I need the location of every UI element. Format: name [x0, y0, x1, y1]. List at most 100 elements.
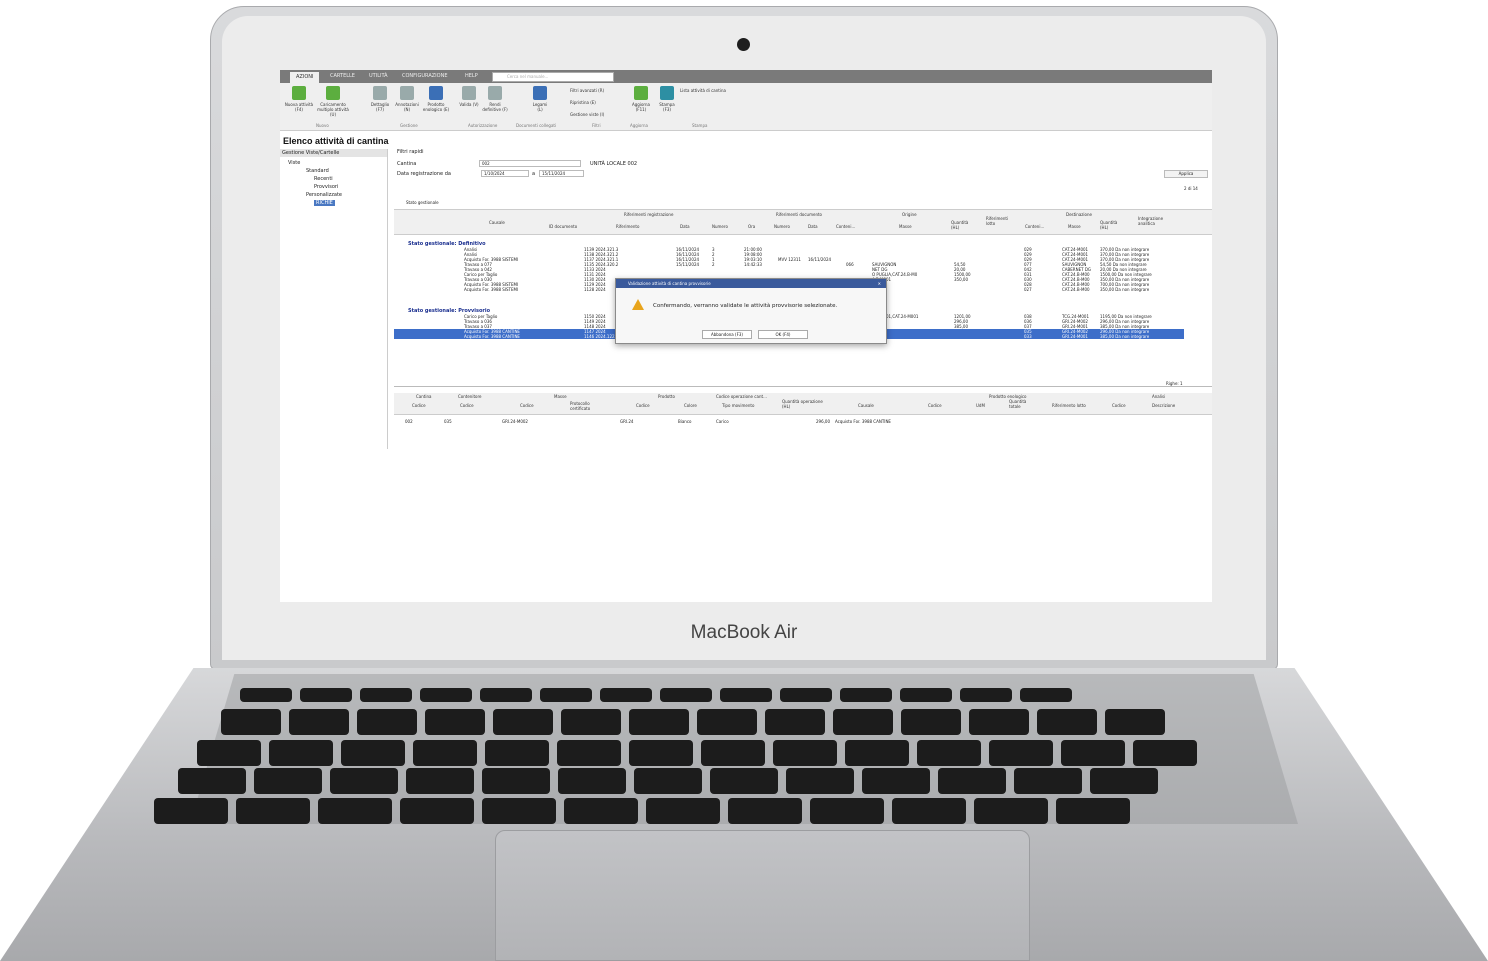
col-integrazione[interactable]: Integrazione analitica — [1138, 216, 1172, 226]
keyboard-key — [485, 740, 549, 766]
col-id-documento[interactable]: ID documento — [549, 224, 577, 229]
page-title: Elenco attività di cantina — [283, 136, 389, 146]
detail-col-analisi-codice[interactable]: Codice — [1112, 403, 1126, 408]
keyboard-key — [629, 709, 689, 735]
keyboard-key — [357, 709, 417, 735]
detail-col-udm[interactable]: UdM — [976, 403, 985, 408]
detail-col-tipo-movimento[interactable]: Tipo movimento — [722, 403, 754, 408]
table-cell: 027 — [1024, 287, 1032, 292]
keyboard-key — [938, 768, 1006, 794]
detail-col-causale[interactable]: Causale — [858, 403, 874, 408]
table-cell: 350,00 Da non integrare — [1100, 287, 1150, 292]
detail-col-descrizione[interactable]: Descrizione — [1152, 403, 1175, 408]
keyboard-key — [318, 798, 392, 824]
ok-button[interactable]: OK (F4) — [758, 330, 808, 339]
multi-load-icon — [326, 86, 340, 100]
col-causale[interactable]: Causale — [489, 220, 505, 225]
print-list-button[interactable]: Lista attività di cantina — [680, 88, 726, 93]
detail-col-masse-codice[interactable]: Codice — [520, 403, 534, 408]
col-numero[interactable]: Numero — [712, 224, 728, 229]
search-input[interactable]: Cerca nel manuale... — [492, 72, 614, 82]
keyboard-key — [240, 688, 292, 702]
make-final-icon — [488, 86, 502, 100]
stato-gestionale-filter[interactable]: Stato gestionale — [406, 200, 439, 205]
dialog-title: Validazione attività di cantina provviso… — [628, 281, 711, 286]
detail-col-contenitore-codice[interactable]: Codice — [460, 403, 474, 408]
refresh-button[interactable]: Aggiorna (F11) — [630, 86, 652, 112]
validate-button[interactable]: Valida (V) — [458, 86, 480, 107]
keyboard-key — [360, 688, 412, 702]
detail-row[interactable]: 002 035 GRI.24-M002 GRI.24 Bianco Carico… — [394, 419, 1184, 424]
keyboard-key — [728, 798, 802, 824]
advanced-filters-button[interactable]: Filtri avanzati (R) — [570, 88, 604, 93]
keyboard-key — [773, 740, 837, 766]
tree-item-personalizzate[interactable]: Personalizzate — [306, 192, 342, 198]
manage-views-button[interactable]: Gestione viste (I) — [570, 112, 604, 117]
keyboard-key — [341, 740, 405, 766]
keyboard-key — [154, 798, 228, 824]
detail-col-colore[interactable]: Colore — [684, 403, 697, 408]
date-to-input[interactable]: 15/11/2024 — [539, 170, 584, 177]
col-riferimenti-lotto[interactable]: Riferimenti lotto — [986, 216, 1012, 226]
tree-item-standard[interactable]: Standard — [306, 168, 329, 174]
keyboard-key — [1020, 688, 1072, 702]
col-dest-contenitore[interactable]: Conteni... — [1025, 224, 1044, 229]
col-dest-masse[interactable]: Masse — [1068, 224, 1081, 229]
tab-help[interactable]: HELP — [465, 73, 478, 79]
notes-button[interactable]: Annotazioni (N) — [394, 86, 420, 112]
col-data[interactable]: Data — [680, 224, 690, 229]
col-ora[interactable]: Ora — [748, 224, 755, 229]
detail-col-protocollo[interactable]: Protocollo certificato — [570, 401, 610, 411]
keyboard-key — [960, 688, 1012, 702]
header-group-documento: Riferimenti documento — [776, 212, 822, 217]
links-button[interactable]: Legami (L) — [530, 86, 550, 112]
detail-col-riferimento-lotto[interactable]: Riferimento lotto — [1052, 403, 1086, 408]
multi-load-button[interactable]: Caricamento multiplo attività (U) — [316, 86, 350, 117]
header-group-registrazione: Riferimenti registrazione — [624, 212, 674, 217]
keyboard-key — [810, 798, 884, 824]
tree-item-recenti[interactable]: Recenti — [314, 176, 333, 182]
keyboard-key — [634, 768, 702, 794]
keyboard-key — [1133, 740, 1197, 766]
tree-item-custom[interactable]: RICHIE — [314, 200, 335, 206]
col-doc-data[interactable]: Data — [808, 224, 818, 229]
detail-col-quantita-totale[interactable]: Quantità totale — [1009, 399, 1033, 409]
col-origine-masse[interactable]: Masse — [899, 224, 912, 229]
reset-filters-button[interactable]: Ripristina (E) — [570, 100, 596, 105]
col-origine-contenitore[interactable]: Conteni... — [836, 224, 855, 229]
camera-icon — [737, 38, 750, 51]
new-activity-button[interactable]: Nuova attività (F4) — [284, 86, 314, 112]
detail-col-quantita[interactable]: Quantità operazione (HL) — [782, 399, 826, 409]
detail-button[interactable]: Dettaglio (F7) — [368, 86, 392, 112]
keyboard-key — [969, 709, 1029, 735]
detail-col-enologico-codice[interactable]: Codice — [928, 403, 942, 408]
menu-bar: AZIONI CARTELLE UTILITÀ CONFIGURAZIONE H… — [280, 70, 1212, 83]
col-riferimento[interactable]: Riferimento — [616, 224, 639, 229]
tab-utilita[interactable]: UTILITÀ — [369, 73, 388, 79]
print-button[interactable]: Stampa (F3) — [656, 86, 678, 112]
apply-button[interactable]: Applica — [1164, 170, 1208, 178]
close-icon[interactable]: ✕ — [878, 279, 881, 288]
validate-icon — [462, 86, 476, 100]
detail-col-cantina-codice[interactable]: Codice — [412, 403, 426, 408]
ribbon: Nuova attività (F4) Caricamento multiplo… — [280, 83, 1212, 131]
tab-configurazione[interactable]: CONFIGURAZIONE — [402, 73, 447, 79]
keyboard-key — [482, 768, 550, 794]
tab-azioni[interactable]: AZIONI — [290, 72, 320, 83]
product-button[interactable]: Prodotto enologico (E) — [422, 86, 450, 112]
col-dest-quantita[interactable]: Quantità (HL) — [1100, 220, 1126, 230]
tree-item-provvisori[interactable]: Provvisori — [314, 184, 338, 190]
cancel-button[interactable]: Abbandona (F3) — [702, 330, 752, 339]
detail-col-prodotto-codice[interactable]: Codice — [636, 403, 650, 408]
keyboard-key — [482, 798, 556, 824]
keyboard-key — [1090, 768, 1158, 794]
col-origine-quantita[interactable]: Quantità (HL) — [951, 220, 977, 230]
date-from-input[interactable]: 1/10/2024 — [481, 170, 529, 177]
col-doc-numero[interactable]: Numero — [774, 224, 790, 229]
cantina-input[interactable]: 002 — [479, 160, 581, 167]
tree-item-viste[interactable]: Viste — [288, 160, 300, 166]
keyboard-key — [840, 688, 892, 702]
tab-cartelle[interactable]: CARTELLE — [330, 73, 355, 79]
trackpad[interactable] — [495, 830, 1030, 961]
make-final-button[interactable]: Rendi definitive (F) — [482, 86, 508, 112]
